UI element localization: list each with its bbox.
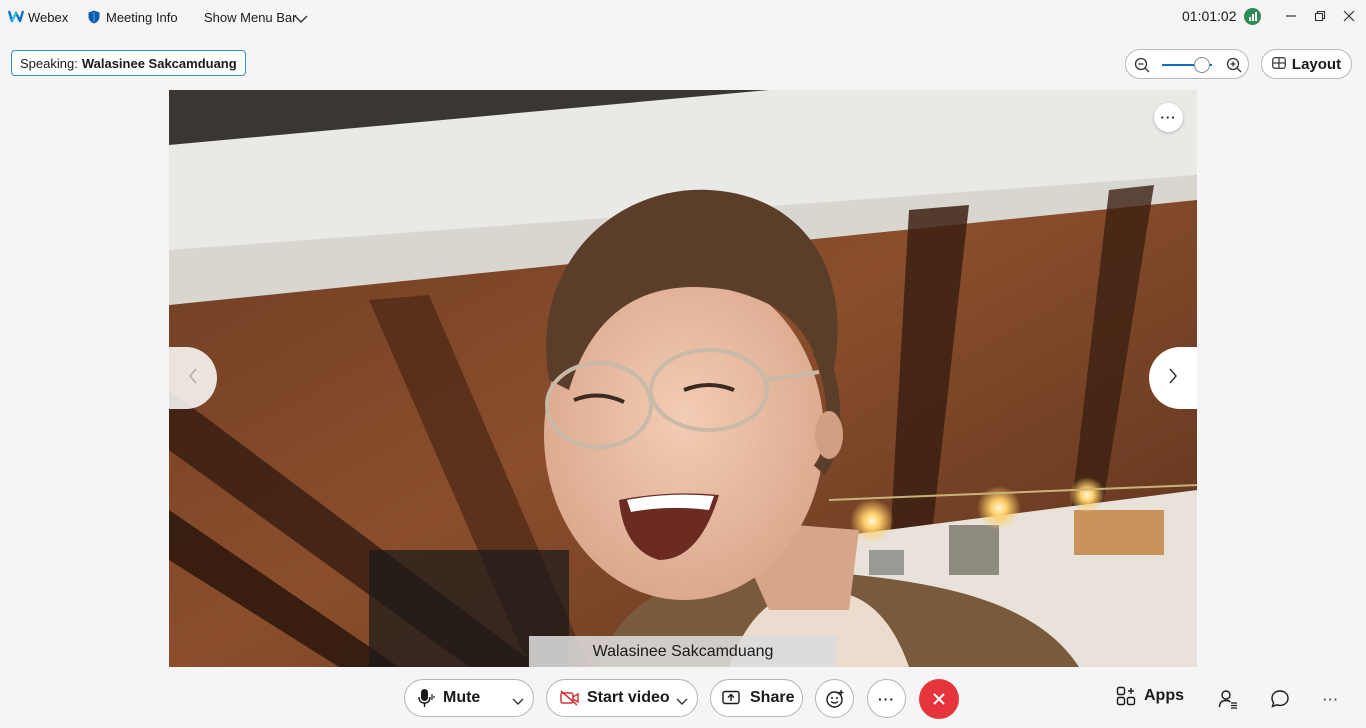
start-video-label: Start video — [587, 689, 670, 706]
meeting-info-button[interactable]: Meeting Info — [106, 10, 178, 25]
webex-logo-icon — [7, 9, 25, 28]
participant-name-label: Walasinee Sakcamduang — [529, 636, 837, 667]
participant-video-image — [169, 90, 1197, 667]
chevron-right-icon — [1168, 367, 1178, 390]
reactions-button[interactable] — [815, 679, 854, 718]
zoom-control[interactable] — [1125, 49, 1249, 79]
video-feed[interactable]: ··· — [169, 90, 1197, 667]
close-icon[interactable] — [1338, 5, 1360, 27]
active-speaker-badge: Speaking: Walasinee Sakcamduang — [11, 50, 246, 76]
mute-button[interactable]: Mute — [404, 679, 534, 717]
chat-icon[interactable] — [1269, 688, 1291, 710]
app-name: Webex — [28, 10, 69, 25]
reactions-icon — [825, 689, 845, 709]
title-bar: Webex Meeting Info Show Menu Bar 01:01:0… — [0, 0, 1366, 33]
speaking-prefix: Speaking: — [20, 55, 78, 71]
zoom-slider-handle[interactable] — [1194, 57, 1210, 73]
end-call-icon — [932, 692, 946, 706]
more-options-button[interactable]: ··· — [867, 679, 906, 718]
restore-icon[interactable] — [1309, 5, 1331, 27]
apps-button[interactable]: Apps — [1116, 686, 1184, 706]
microphone-icon — [418, 688, 436, 708]
share-button[interactable]: Share — [710, 679, 803, 717]
minimize-icon[interactable] — [1280, 5, 1302, 27]
apps-label: Apps — [1144, 687, 1184, 704]
apps-icon — [1116, 686, 1136, 706]
share-screen-icon — [722, 690, 740, 706]
participants-icon[interactable] — [1217, 688, 1239, 710]
start-video-button[interactable]: Start video — [546, 679, 698, 717]
layout-icon — [1272, 56, 1286, 73]
mute-options-chevron-icon[interactable] — [512, 693, 524, 711]
mute-label: Mute — [443, 689, 481, 706]
active-speaker-name: Walasinee Sakcamduang — [81, 55, 237, 71]
chevron-down-icon[interactable] — [294, 11, 308, 29]
layout-button[interactable]: Layout — [1261, 49, 1352, 79]
shield-icon[interactable] — [88, 10, 100, 29]
chevron-left-icon — [188, 367, 198, 390]
zoom-out-icon[interactable] — [1134, 57, 1150, 73]
video-more-options-button[interactable]: ··· — [1154, 103, 1183, 132]
layout-label: Layout — [1291, 55, 1342, 73]
zoom-in-icon[interactable] — [1226, 57, 1242, 73]
share-label: Share — [750, 689, 795, 706]
meeting-timer: 01:01:02 — [1182, 8, 1237, 24]
show-menu-bar-button[interactable]: Show Menu Bar — [204, 10, 297, 25]
network-icon[interactable] — [1244, 8, 1261, 25]
video-off-icon — [560, 690, 580, 706]
overflow-menu-button[interactable]: ··· — [1320, 688, 1342, 710]
end-call-button[interactable] — [919, 679, 959, 719]
video-options-chevron-icon[interactable] — [676, 693, 688, 711]
